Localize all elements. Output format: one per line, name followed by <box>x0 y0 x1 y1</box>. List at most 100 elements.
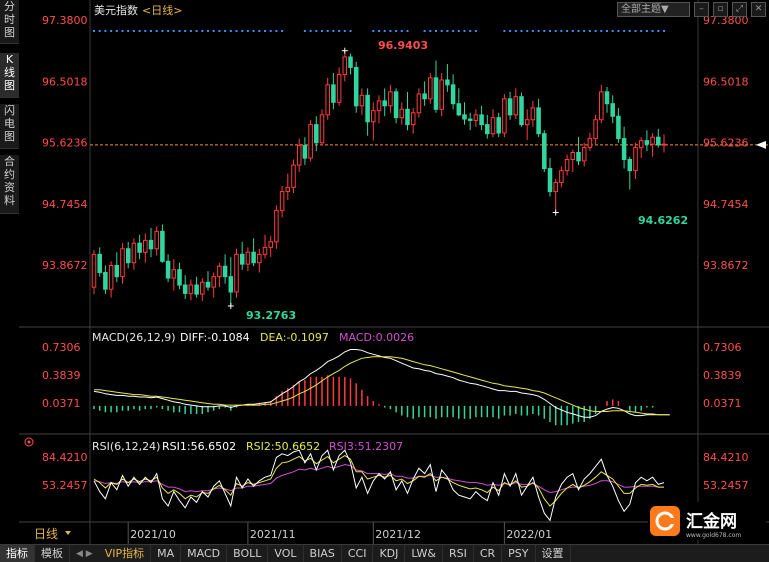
candle-body <box>553 182 558 193</box>
macd-axis-label: 0.3839 <box>42 369 81 382</box>
marker-dot <box>252 30 255 32</box>
marker-dot <box>594 30 597 32</box>
marker-dot <box>201 30 204 32</box>
candle-body <box>564 158 570 172</box>
theme-selector[interactable]: 全部主题▼ <box>617 2 690 17</box>
candle-body <box>279 191 285 211</box>
marker-dot <box>309 30 312 32</box>
candle-body <box>200 281 205 295</box>
bottom-tab-4[interactable]: MACD <box>181 545 228 562</box>
bottom-tab-11[interactable]: RSI <box>443 545 474 562</box>
candle-body <box>325 84 330 116</box>
marker-dot <box>526 30 529 32</box>
price-axis-label: 94.7454 <box>703 198 749 211</box>
candle-body <box>336 73 342 103</box>
macd-dea-readout: DEA:-0.1097 <box>260 331 329 344</box>
marker-dot <box>121 30 124 32</box>
candle-body <box>416 93 422 114</box>
macd-axis-label: 0.0371 <box>703 397 742 410</box>
candle-body <box>656 136 661 146</box>
bottom-tab-10[interactable]: LW& <box>405 545 443 562</box>
marker-dot <box>423 30 426 32</box>
marker-dot <box>275 30 278 32</box>
marker-dot <box>281 30 284 32</box>
candle-body <box>171 269 177 279</box>
candle-body <box>621 138 627 160</box>
marker-dot <box>184 30 187 32</box>
candle-body <box>245 251 251 265</box>
marker-dot <box>93 30 95 32</box>
period-tag[interactable]: <日线> <box>142 3 182 17</box>
rsi-axis-label: 53.2457 <box>703 479 749 492</box>
marker-dot <box>634 30 637 32</box>
candle-body <box>581 147 587 162</box>
candle-body <box>165 260 171 279</box>
candle-body <box>616 115 621 140</box>
restore-icon[interactable]: ▫ <box>713 2 728 17</box>
tab-kline[interactable]: K线图 <box>0 53 19 98</box>
low-annotation: 93.2763 <box>246 309 296 322</box>
marker-dot <box>132 30 135 32</box>
tab-time-chart[interactable]: 分时图 <box>0 0 19 44</box>
macd-axis-label: 0.3839 <box>703 369 742 382</box>
bottom-tab-13[interactable]: PSY <box>502 545 536 562</box>
candle-body <box>456 103 462 116</box>
marker-dot <box>207 30 209 32</box>
tab-flash-chart[interactable]: 闪电图 <box>0 104 19 149</box>
candle-body <box>587 138 593 149</box>
bottom-tab-1[interactable]: 模板 <box>35 545 70 562</box>
tab-contract-info[interactable]: 合约资料 <box>0 155 19 214</box>
candle-body <box>496 117 501 134</box>
marker-dot <box>218 30 221 32</box>
candle-body <box>650 136 655 145</box>
candle-body <box>530 107 536 121</box>
candle-body <box>524 119 530 126</box>
bottom-tab-9[interactable]: KDJ <box>373 545 406 562</box>
marker-dot <box>326 30 329 32</box>
marker-dot <box>606 30 608 32</box>
tab-scroll-arrows[interactable]: ◀ ▶ <box>70 549 99 559</box>
marker-dot <box>429 30 432 32</box>
candle-body <box>211 276 216 288</box>
chart-canvas[interactable]: 97.3800 97.380096.5018 96.501895.6236 95.62… <box>0 0 769 561</box>
marker-dot <box>571 30 574 32</box>
bottom-tab-14[interactable]: 设置 <box>536 545 571 562</box>
candle-body <box>177 269 182 286</box>
close-icon[interactable]: ✕ <box>751 2 766 17</box>
marker-dot <box>452 30 455 32</box>
window-toolbar: 全部主题▼ – ▫ ⤢ ✕ <box>617 2 766 17</box>
marker-dot <box>469 30 472 32</box>
candle-body <box>143 239 148 253</box>
minus-icon[interactable]: – <box>694 2 709 17</box>
bottom-tab-5[interactable]: BOLL <box>227 545 269 562</box>
marker-dot <box>189 30 192 32</box>
bottom-tab-2[interactable]: VIP指标 <box>99 545 152 562</box>
bottom-tab-12[interactable]: CR <box>474 545 503 562</box>
candle-body <box>633 147 638 172</box>
marker-dot <box>577 30 580 32</box>
bottom-tab-7[interactable]: BIAS <box>304 545 342 562</box>
marker-dot <box>446 30 449 32</box>
expand-icon[interactable]: ⤢ <box>732 2 747 17</box>
price-axis-label: 93.8672 <box>703 259 749 272</box>
marker-dot <box>651 30 654 32</box>
bottom-tab-8[interactable]: CCI <box>342 545 374 562</box>
recent-low-annotation: 94.6262 <box>638 214 688 227</box>
marker-dot <box>435 30 437 32</box>
bottom-tab-6[interactable]: VOL <box>268 545 304 562</box>
marker-dot <box>588 30 591 32</box>
marker-dot <box>372 30 375 32</box>
marker-dot <box>554 30 557 32</box>
marker-dot <box>98 30 101 32</box>
rsi-title: RSI(6,12,24) <box>92 440 160 453</box>
candle-body <box>593 119 598 140</box>
marker-dot <box>537 30 540 32</box>
marker-dot <box>303 30 306 32</box>
macd-axis-label: 0.7306 <box>703 341 742 354</box>
rsi-axis-label: 84.4210 <box>703 451 749 464</box>
candle-body <box>479 114 484 126</box>
symbol-title: 美元指数 <box>94 3 138 17</box>
bottom-tab-3[interactable]: MA <box>151 545 182 562</box>
candle-body <box>319 114 325 144</box>
bottom-tab-0[interactable]: 指标 <box>0 545 35 562</box>
